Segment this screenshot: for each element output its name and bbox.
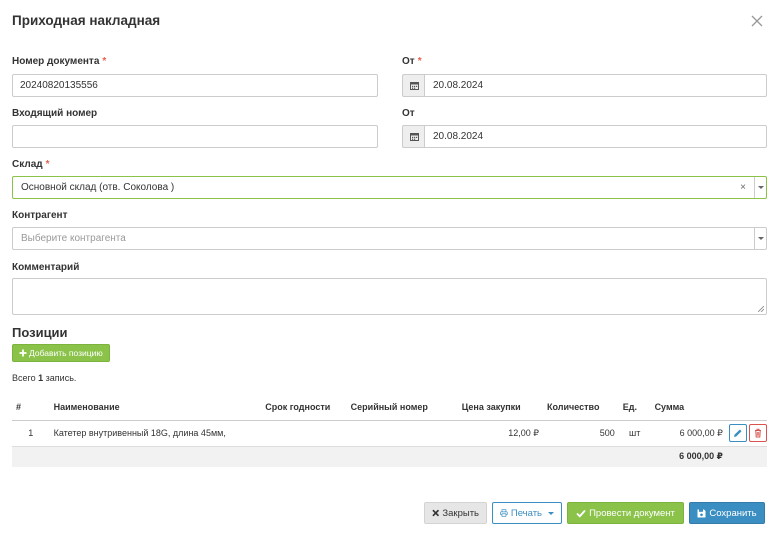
counterparty-select[interactable]: Выберите контрагента — [12, 227, 767, 250]
col-qty: Количество — [543, 394, 619, 421]
add-position-button[interactable]: Добавить позицию — [12, 344, 110, 362]
printer-icon — [500, 509, 508, 517]
resize-grip-icon[interactable] — [758, 306, 764, 312]
positions-title: Позиции — [12, 325, 68, 340]
col-price: Цена закупки — [457, 394, 543, 421]
incoming-number-label: Входящий номер — [12, 108, 98, 119]
print-button-label: Печать — [510, 507, 542, 519]
doc-date-picker[interactable]: 20.08.2024 — [402, 74, 767, 97]
trash-icon — [754, 428, 761, 438]
col-unit: Ед. — [618, 394, 651, 421]
modal-title: Приходная накладная — [12, 13, 161, 28]
incoming-date-label: От — [402, 108, 415, 119]
row-sum: 6 000,00 ₽ — [650, 420, 727, 447]
floppy-disk-icon — [697, 509, 706, 517]
calendar-icon[interactable] — [402, 74, 425, 97]
row-actions — [726, 420, 767, 447]
col-num: # — [12, 394, 50, 421]
incoming-number-input[interactable] — [12, 125, 378, 148]
row-qty: 500 — [543, 420, 619, 447]
check-icon — [576, 509, 586, 518]
chevron-down-icon[interactable] — [754, 228, 766, 249]
doc-number-label: Номер документа * — [12, 56, 107, 67]
counterparty-label: Контрагент — [12, 210, 68, 221]
comment-textarea[interactable] — [12, 278, 767, 315]
incoming-date-input[interactable]: 20.08.2024 — [424, 125, 767, 148]
save-button[interactable]: Сохранить — [689, 502, 765, 524]
close-button-label: Закрыть — [442, 507, 479, 519]
row-expiry — [261, 420, 347, 447]
warehouse-label: Склад * — [12, 159, 50, 170]
table-row: 1 Катетер внутривенный 18G, длина 45мм, … — [12, 420, 767, 447]
doc-number-input[interactable]: 20240820135556 — [12, 74, 378, 97]
save-button-label: Сохранить — [709, 507, 757, 519]
close-icon — [432, 509, 440, 517]
close-icon[interactable] — [750, 14, 764, 28]
row-serial — [346, 420, 458, 447]
row-unit: шт — [618, 420, 651, 447]
chevron-down-icon — [548, 511, 554, 515]
col-serial: Серийный номер — [346, 394, 458, 421]
doc-date-label: От * — [402, 56, 422, 67]
col-name: Наименование — [49, 394, 262, 421]
positions-table: # Наименование Срок годности Серийный но… — [12, 394, 767, 467]
doc-date-input[interactable]: 20.08.2024 — [424, 74, 767, 97]
plus-icon — [19, 349, 27, 357]
col-expiry: Срок годности — [261, 394, 347, 421]
comment-label: Комментарий — [12, 262, 80, 273]
add-position-label: Добавить позицию — [29, 348, 103, 358]
warehouse-select[interactable]: Основной склад (отв. Соколова ) × — [12, 176, 767, 199]
records-count: Всего 1 запись. — [12, 373, 77, 383]
invoice-modal: Приходная накладная Номер документа * 202… — [0, 0, 780, 539]
print-button[interactable]: Печать — [492, 502, 562, 524]
row-price: 12,00 ₽ — [457, 420, 543, 447]
post-document-label: Провести документ — [589, 507, 675, 519]
close-button[interactable]: Закрыть — [424, 502, 487, 524]
clear-icon[interactable]: × — [740, 177, 746, 198]
table-header-row: # Наименование Срок годности Серийный но… — [12, 394, 767, 421]
calendar-icon[interactable] — [402, 125, 425, 148]
warehouse-value: Основной склад (отв. Соколова ) — [21, 182, 175, 193]
edit-button[interactable] — [728, 424, 747, 442]
pencil-icon — [733, 429, 742, 437]
counterparty-placeholder: Выберите контрагента — [21, 233, 126, 244]
row-num: 1 — [12, 420, 50, 447]
total-sum: 6 000,00 ₽ — [650, 446, 727, 467]
delete-button[interactable] — [748, 424, 767, 442]
incoming-date-picker[interactable]: 20.08.2024 — [402, 125, 767, 148]
col-sum: Сумма — [650, 394, 727, 421]
required-mark: * — [417, 56, 422, 67]
required-mark: * — [45, 159, 50, 170]
chevron-down-icon[interactable] — [754, 177, 766, 198]
row-name: Катетер внутривенный 18G, длина 45мм, — [49, 420, 262, 447]
table-total-row: 6 000,00 ₽ — [12, 446, 767, 467]
post-document-button[interactable]: Провести документ — [567, 502, 684, 524]
required-mark: * — [102, 56, 107, 67]
